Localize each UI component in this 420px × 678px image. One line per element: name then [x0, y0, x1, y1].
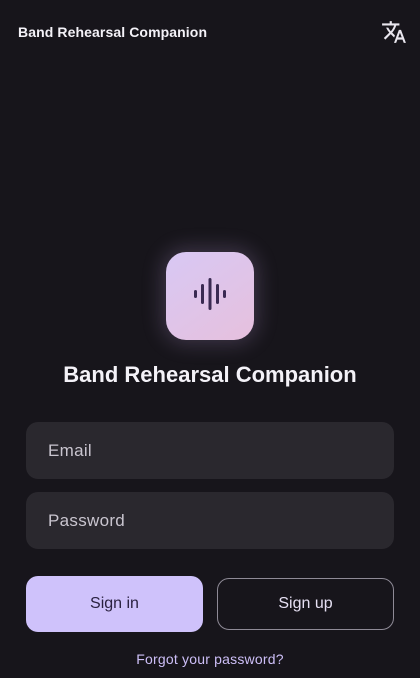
page-title: Band Rehearsal Companion: [63, 362, 357, 387]
sign-up-label: Sign up: [278, 595, 333, 612]
app-bar-title: Band Rehearsal Companion: [18, 24, 208, 40]
password-field[interactable]: [26, 492, 394, 549]
language-button[interactable]: [378, 18, 410, 50]
sign-up-button[interactable]: Sign up: [217, 578, 394, 630]
email-field[interactable]: [26, 422, 394, 479]
translate-icon: [381, 19, 407, 50]
sign-in-label: Sign in: [90, 595, 139, 612]
audio-waveform-icon: [190, 274, 230, 319]
app-logo: [166, 252, 254, 340]
sign-in-button[interactable]: Sign in: [26, 576, 203, 632]
forgot-password-link[interactable]: Forgot your password?: [0, 651, 420, 667]
top-app-bar: Band Rehearsal Companion: [0, 0, 420, 66]
